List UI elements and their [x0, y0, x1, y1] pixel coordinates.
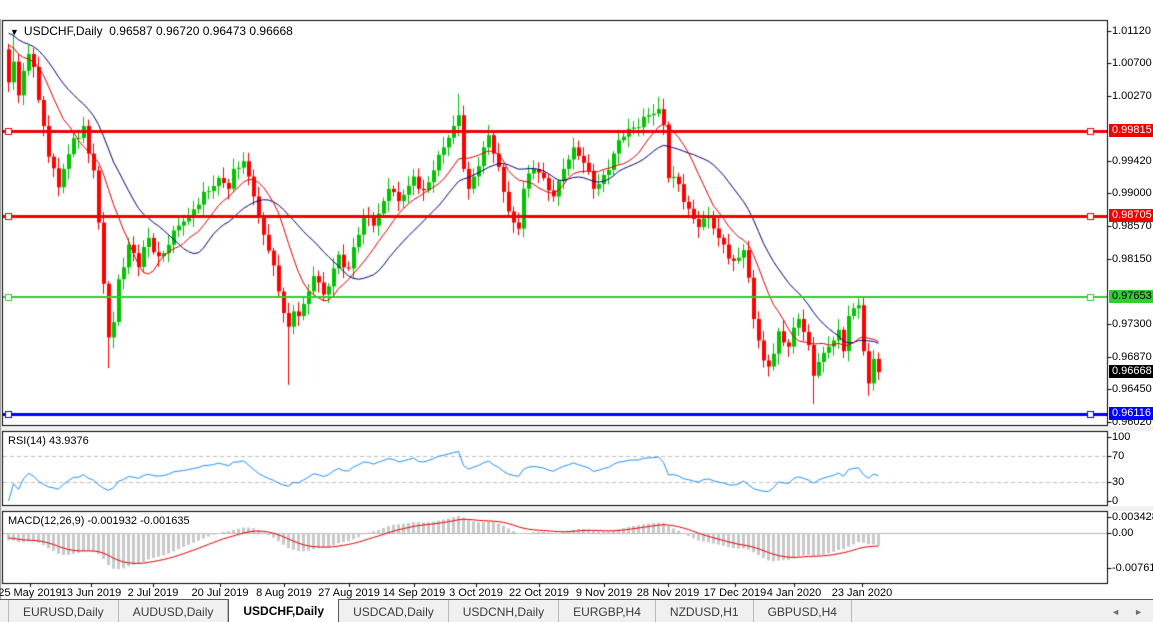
price-axis-tick: 1.01120 — [1112, 25, 1151, 37]
tab-scroll-left-icon[interactable]: ◄ — [1111, 607, 1120, 617]
tab-scroll-arrows: ◄► — [1111, 600, 1153, 622]
date-axis-label: 22 Oct 2019 — [509, 587, 569, 599]
tab-eurgbp[interactable]: EURGBP,H4 — [559, 600, 656, 622]
price-badge: 0.99815 — [1109, 124, 1153, 137]
tab-nzdusd[interactable]: NZDUSD,H1 — [656, 600, 754, 622]
price-axis-tick: 0.97300 — [1112, 318, 1152, 330]
date-axis-label: 2 Jul 2019 — [128, 587, 179, 599]
tab-audusd[interactable]: AUDUSD,Daily — [119, 600, 229, 622]
date-axis-label: 14 Sep 2019 — [383, 587, 445, 599]
rsi-axis-tick: 70 — [1112, 450, 1124, 462]
date-axis-label: 27 Aug 2019 — [318, 587, 380, 599]
price-badge: 0.96116 — [1109, 407, 1153, 420]
date-axis-label: 23 Jan 2020 — [832, 587, 893, 599]
date-axis-label: 13 Jun 2019 — [61, 587, 122, 599]
price-badge: 0.97653 — [1109, 290, 1153, 303]
rsi-axis-tick: 100 — [1112, 431, 1130, 443]
date-axis-label: 8 Aug 2019 — [256, 587, 312, 599]
chart-ohlc-values: 0.96587 0.96720 0.96473 0.96668 — [109, 24, 293, 38]
price-axis-tick: 0.96870 — [1112, 351, 1152, 363]
date-axis-label: 3 Oct 2019 — [449, 587, 503, 599]
tab-scroll-right-icon[interactable]: ► — [1134, 607, 1143, 617]
price-axis-tick: 0.99000 — [1112, 187, 1152, 199]
macd-axis-tick: 0.003428 — [1112, 511, 1153, 523]
symbol-tab-bar: EURUSD,DailyAUDUSD,DailyUSDCHF,DailyUSDC… — [0, 599, 1153, 622]
price-axis-tick: 0.98570 — [1112, 220, 1152, 232]
date-axis-label: 20 Jul 2019 — [192, 587, 249, 599]
terminal-window: H4D1W1MN ▼USDCHF,Daily 0.96587 0.96720 0… — [0, 0, 1153, 622]
tab-usdcad[interactable]: USDCAD,Daily — [339, 600, 449, 622]
date-axis-label: 28 Nov 2019 — [637, 587, 699, 599]
tab-gbpusd[interactable]: GBPUSD,H4 — [754, 600, 852, 622]
tab-usdchf[interactable]: USDCHF,Daily — [228, 599, 339, 622]
date-axis-label: 17 Dec 2019 — [704, 587, 766, 599]
price-axis-tick: 0.96450 — [1112, 383, 1152, 395]
chart-title: ▼ USDCHF,Daily 0.96587 0.96720 0.96473 0.… — [10, 24, 293, 38]
chart-canvas[interactable] — [0, 0, 1153, 622]
rsi-axis-tick: 0 — [1112, 495, 1118, 507]
price-axis-tick: 1.00270 — [1112, 90, 1152, 102]
price-axis-tick: 0.99420 — [1112, 155, 1152, 167]
price-badge: 0.98705 — [1109, 209, 1153, 222]
chart-menu-icon[interactable]: ▼ — [10, 27, 19, 37]
chart-symbol-label: USDCHF,Daily — [24, 24, 103, 38]
macd-axis-tick: -0.007615 — [1112, 562, 1153, 574]
macd-indicator-label: MACD(12,26,9) -0.001932 -0.001635 — [8, 515, 190, 527]
rsi-indicator-label: RSI(14) 43.9376 — [8, 435, 89, 447]
tab-eurusd[interactable]: EURUSD,Daily — [8, 600, 119, 622]
price-axis-tick: 0.98150 — [1112, 253, 1152, 265]
price-badge: 0.96668 — [1109, 365, 1153, 378]
price-axis-tick: 1.00700 — [1112, 57, 1152, 69]
rsi-axis-tick: 30 — [1112, 476, 1124, 488]
date-axis-label: 4 Jan 2020 — [767, 587, 821, 599]
tab-usdcnh[interactable]: USDCNH,Daily — [449, 600, 559, 622]
date-axis-label: 9 Nov 2019 — [576, 587, 632, 599]
macd-axis-tick: 0.00 — [1112, 527, 1133, 539]
date-axis-label: 25 May 2019 — [0, 587, 62, 599]
